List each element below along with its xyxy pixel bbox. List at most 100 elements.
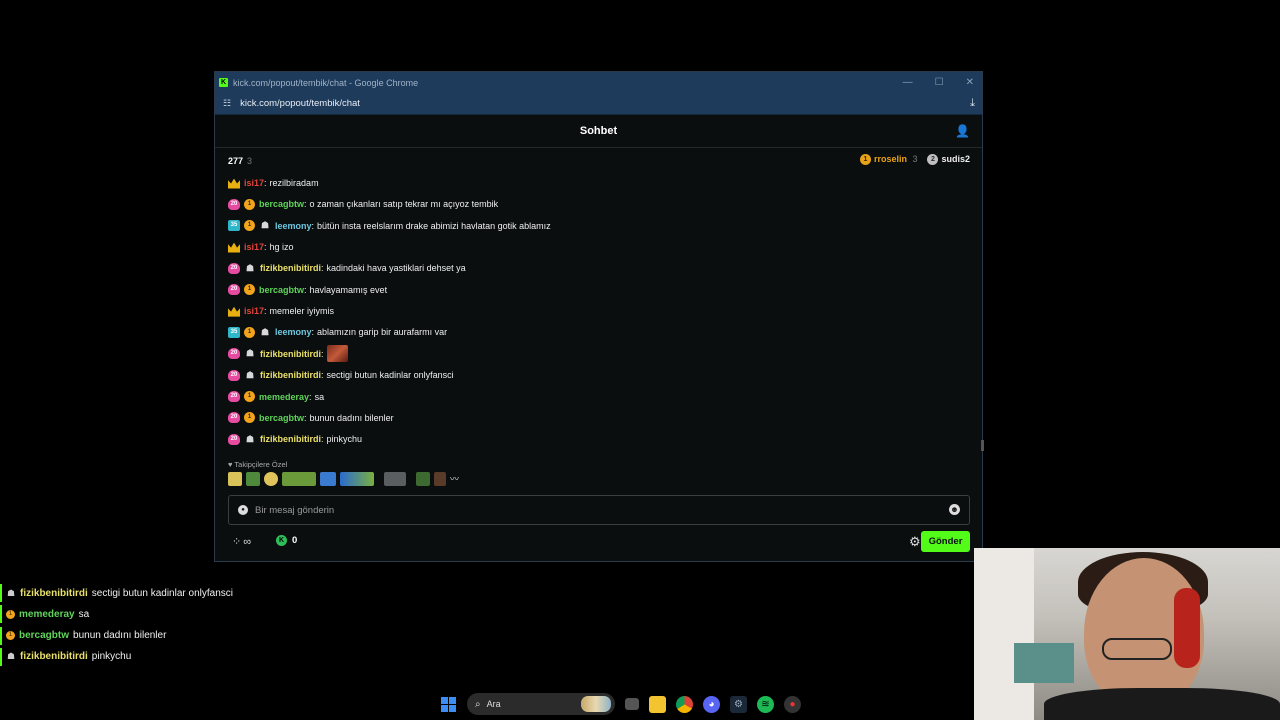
chat-username[interactable]: leemony: [275, 327, 312, 337]
emote[interactable]: [228, 472, 242, 486]
og-badge-icon: ☗: [260, 220, 270, 231]
viewer-extra: 3: [247, 156, 253, 166]
chat-message-text: bunun dadını bilenler: [309, 412, 394, 423]
kick-coin-icon: K: [276, 535, 287, 546]
chat-message: 20 1 memederay: sa: [228, 390, 324, 404]
message-input-box[interactable]: ● ☻: [228, 495, 970, 525]
emote[interactable]: [434, 472, 446, 486]
discord-icon[interactable]: ◕: [703, 695, 720, 713]
chat-username[interactable]: memederay: [259, 392, 309, 402]
subscriber-badge-icon: 20: [228, 391, 240, 402]
emote[interactable]: [264, 472, 278, 486]
search-highlight-image: [581, 696, 611, 712]
chat-settings-icon[interactable]: ⚙: [909, 534, 921, 550]
chat-footer: ⁘ ∞ K 0 ⚙ Gönder: [228, 531, 970, 553]
download-icon[interactable]: ⤓: [970, 97, 975, 110]
chat-message: isi17: hg izo: [228, 240, 294, 254]
overlay-chat-line: 1 memederay sa: [0, 605, 90, 624]
chat-message-text: sa: [314, 391, 325, 402]
chat-username[interactable]: isi17: [244, 306, 264, 316]
separator: :: [321, 434, 324, 445]
emoji-picker-icon[interactable]: ☻: [949, 504, 960, 515]
separator: :: [321, 348, 324, 359]
chat-message: 35 1 ☗ leemony: ablamızın garip bir aurafarm…: [228, 325, 447, 339]
spotify-icon[interactable]: ≋: [757, 695, 774, 713]
overlay-username: fizikbenibitirdi: [20, 587, 88, 599]
gold-medal-icon: 1: [859, 154, 871, 166]
overlay-username: fizikbenibitirdi: [20, 651, 88, 663]
file-explorer-icon[interactable]: [649, 695, 666, 713]
chat-message-text: havlayamamış evet: [309, 284, 388, 295]
window-title: kick.com/popout/tembik/chat - Google Chr…: [233, 77, 419, 88]
channel-points[interactable]: ⁘ ∞: [232, 535, 251, 549]
subscriber-badge-icon: 20: [228, 198, 240, 210]
taskbar-search[interactable]: ⌕ Ara: [467, 693, 615, 715]
emote-row: 〰: [228, 472, 462, 486]
chat-username[interactable]: bercagbtw: [259, 285, 304, 295]
chat-message-text: o zaman çıkanları satıp tekrar mı açıyoz…: [309, 199, 499, 210]
message-input[interactable]: [255, 504, 915, 516]
maximize-icon[interactable]: ☐: [935, 77, 944, 88]
chat-badge-icon[interactable]: ●: [238, 505, 248, 515]
chat-username[interactable]: fizikbenibitirdi: [260, 263, 321, 273]
chat-message-text: ablamızın garip bir aurafarmı var: [317, 327, 448, 338]
og-badge-icon: ☗: [6, 651, 16, 662]
silver-medal-icon: 2: [927, 154, 939, 166]
overlay-username: memederay: [19, 608, 75, 620]
overlay-message-text: sa: [78, 608, 90, 620]
app-icon[interactable]: ●: [784, 695, 801, 713]
send-button[interactable]: Gönder: [921, 531, 970, 552]
minimize-icon[interactable]: —: [903, 77, 913, 88]
separator: :: [311, 220, 315, 231]
chrome-icon[interactable]: [676, 695, 693, 713]
gifter-badge-icon: 1: [244, 198, 255, 210]
chat-username[interactable]: isi17: [244, 178, 264, 188]
webcam-feed: [974, 548, 1280, 720]
address-bar[interactable]: ☷ kick.com/popout/tembik/chat ⤓: [215, 93, 982, 115]
emote[interactable]: [340, 472, 374, 486]
task-view-icon[interactable]: [625, 698, 639, 710]
gifter-badge-icon: 1: [6, 631, 15, 641]
leaderboard: 1 rroselin 3 2 sudis2: [859, 154, 970, 166]
chat-username[interactable]: fizikbenibitirdi: [260, 434, 321, 444]
subscriber-badge-icon: 20: [228, 412, 240, 424]
chat-title: Sohbet: [579, 125, 618, 137]
chat-message: 20 1 bercagbtw: o zaman çıkanları satıp tek…: [228, 197, 498, 211]
chat-username[interactable]: isi17: [244, 242, 264, 252]
chat-username[interactable]: fizikbenibitirdi: [260, 349, 321, 359]
gifter-badge-icon: 1: [244, 412, 255, 424]
chat-message: isi17: memeler iyiymis: [228, 304, 334, 318]
chat-scrollbar[interactable]: [981, 440, 984, 451]
kick-coins[interactable]: K 0: [276, 535, 297, 546]
chat-message: 20 ☗ fizikbenibitirdi: sectigi butun kadinl…: [228, 368, 454, 382]
separator: :: [309, 391, 312, 402]
chat-message-text: sectigi butun kadinlar onlyfansci: [326, 370, 454, 381]
close-icon[interactable]: ✕: [966, 77, 974, 88]
emote[interactable]: 〰: [450, 472, 462, 486]
leader-1[interactable]: 1 rroselin 3: [859, 154, 917, 166]
chat-username[interactable]: leemony: [275, 221, 312, 231]
chat-username[interactable]: bercagbtw: [259, 199, 304, 209]
chat-emote-image[interactable]: [326, 345, 348, 363]
emote-section-label: Takipçilere Özel: [234, 460, 288, 469]
steam-icon[interactable]: ⚙: [730, 695, 747, 713]
chat-username[interactable]: bercagbtw: [259, 413, 304, 423]
emote[interactable]: [282, 472, 316, 486]
search-icon: ⌕: [475, 698, 481, 710]
user-list-icon[interactable]: 👤: [955, 124, 970, 138]
emote[interactable]: [320, 472, 336, 486]
crown-badge-icon: [228, 242, 240, 253]
chat-message: 20 ☗ fizikbenibitirdi: pinkychu: [228, 432, 362, 446]
emote[interactable]: [384, 472, 406, 486]
emote[interactable]: [416, 472, 430, 486]
chat-username[interactable]: fizikbenibitirdi: [260, 370, 321, 380]
windows-start-icon[interactable]: [440, 696, 457, 713]
separator: :: [321, 370, 324, 381]
chat-message-text: kadindaki hava yastiklari dehset ya: [326, 263, 466, 274]
site-settings-icon[interactable]: ☷: [223, 98, 231, 109]
leader-2[interactable]: 2 sudis2: [927, 154, 970, 166]
gifter-badge-icon: 1: [244, 220, 255, 232]
window-titlebar[interactable]: K kick.com/popout/tembik/chat - Google C…: [215, 72, 982, 93]
emote[interactable]: [246, 472, 260, 486]
chat-message: 20 ☗ fizikbenibitirdi: kadindaki hava yasti…: [228, 261, 466, 275]
